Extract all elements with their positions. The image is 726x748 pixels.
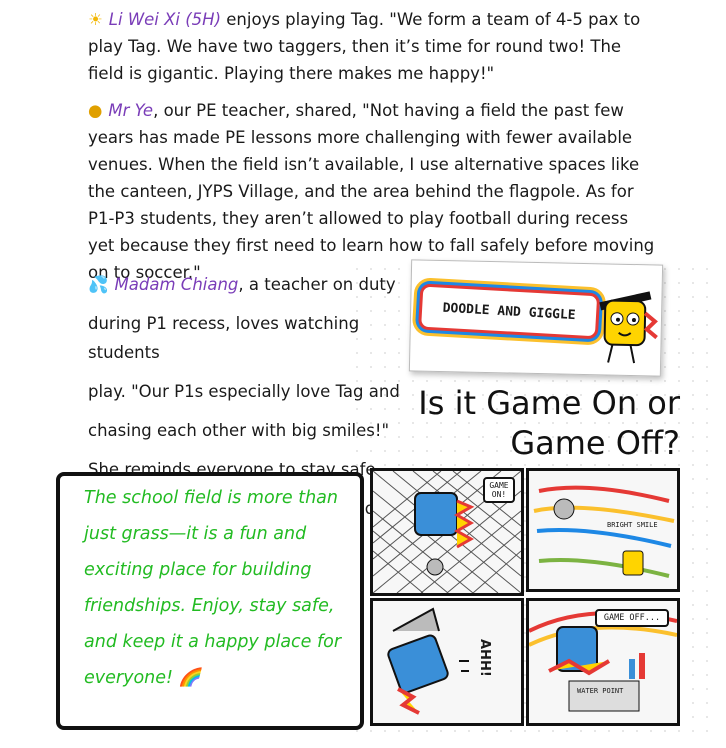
panel-3-drawing — [387, 607, 469, 715]
student-name: Li Wei Xi (5H) — [108, 10, 222, 29]
water-drops-icon: 💦 — [88, 275, 109, 294]
paragraph-mr-ye: ● Mr Ye, our PE teacher, shared, "Not hav… — [88, 97, 658, 286]
comic-panel-1: GAME ON! — [370, 468, 524, 596]
speech-bubble: GAME ON! — [483, 477, 515, 503]
paragraph-text: , our PE teacher, shared, "Not having a … — [88, 101, 655, 282]
person-icon: ● — [88, 101, 103, 120]
rainbow-icon: 🌈 — [178, 668, 201, 688]
paragraph-line: play. "Our P1s especially love Tag and — [88, 382, 400, 401]
comic-panel-3: AHH! — [370, 598, 524, 726]
sun-icon: ☀ — [88, 10, 103, 29]
quote-text: The school field is more than just grass… — [84, 488, 342, 688]
paragraph-li-wei-xi: ☀ Li Wei Xi (5H) enjoys playing Tag. "We … — [88, 6, 648, 87]
page-title: Is it Game On or Game Off? — [418, 384, 680, 462]
panel-2-drawing — [533, 485, 675, 578]
mascot-icon — [599, 291, 658, 364]
comic-panel-2: BRIGHT SMILE — [526, 468, 680, 592]
water-point-sign: WATER POINT — [577, 687, 624, 695]
doodle-and-giggle-sticker: DOODLE AND GIGGLE — [408, 259, 664, 377]
sticker-label: DOODLE AND GIGGLE — [417, 283, 601, 340]
paragraph-line: during P1 recess, loves watching student… — [88, 314, 360, 362]
comic-strip: GAME ON! BRIGHT SMILE AHH! GAME OFF... W… — [370, 468, 708, 728]
speech-bubble: GAME OFF... — [595, 609, 669, 627]
comic-panel-4: GAME OFF... WATER POINT — [526, 598, 680, 726]
sound-effect: AHH! — [477, 639, 492, 677]
teacher-name: Mr Ye — [108, 101, 154, 120]
teacher-name: Madam Chiang — [114, 275, 239, 294]
paragraph-line: chasing each other with big smiles!" — [88, 421, 390, 440]
panel-caption: BRIGHT SMILE — [607, 521, 658, 529]
